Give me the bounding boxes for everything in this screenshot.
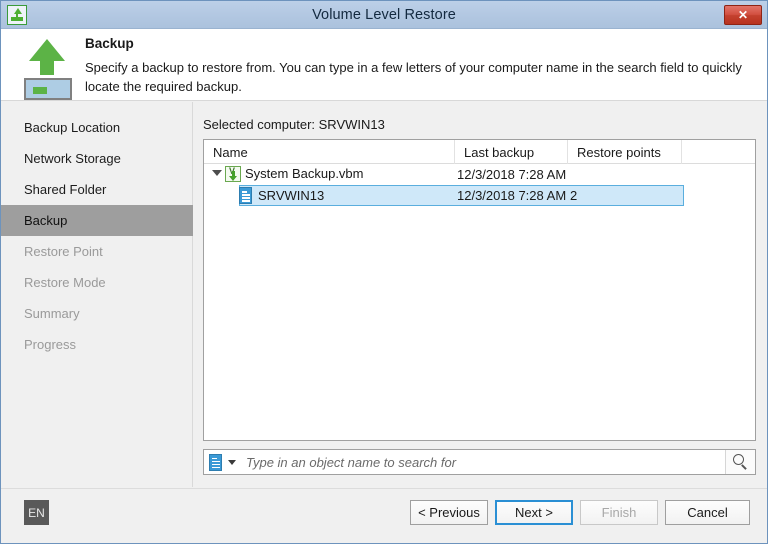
table-row[interactable]: SRVWIN13 12/3/2018 7:28 AM 2 bbox=[204, 185, 755, 206]
vbm-file-icon: V bbox=[225, 166, 241, 182]
column-header-blank[interactable] bbox=[682, 140, 755, 164]
sidebar-item-restore-mode: Restore Mode bbox=[1, 267, 192, 298]
row-name-cell: SRVWIN13 bbox=[204, 185, 455, 206]
sidebar-item-label: Restore Point bbox=[24, 244, 103, 259]
page-description: Specify a backup to restore from. You ca… bbox=[85, 60, 742, 94]
sidebar-item-summary: Summary bbox=[1, 298, 192, 329]
sidebar-item-progress: Progress bbox=[1, 329, 192, 360]
previous-button[interactable]: < Previous bbox=[410, 500, 488, 525]
wizard-banner: Backup Specify a backup to restore from.… bbox=[1, 29, 767, 101]
volume-level-restore-window: Volume Level Restore ✕ Backup Specify a … bbox=[0, 0, 768, 544]
backup-tree-list[interactable]: Name Last backup Restore points V System… bbox=[203, 139, 756, 441]
volume-restore-arrow-icon bbox=[19, 35, 75, 100]
search-icon[interactable] bbox=[725, 450, 755, 474]
page-title: Backup bbox=[85, 36, 134, 51]
next-button[interactable]: Next > bbox=[495, 500, 573, 525]
sidebar-item-label: Backup Location bbox=[24, 120, 121, 135]
finish-button: Finish bbox=[580, 500, 658, 525]
list-column-headers: Name Last backup Restore points bbox=[204, 140, 755, 164]
content-pane: Selected computer: SRVWIN13 Name Last ba… bbox=[194, 102, 767, 487]
language-indicator[interactable]: EN bbox=[24, 500, 49, 525]
row-last-backup: 12/3/2018 7:28 AM bbox=[457, 188, 567, 203]
object-search-bar[interactable] bbox=[203, 449, 756, 475]
window-title: Volume Level Restore bbox=[312, 6, 456, 23]
cancel-button[interactable]: Cancel bbox=[665, 500, 750, 525]
sidebar-item-shared-folder[interactable]: Shared Folder bbox=[1, 174, 192, 205]
restore-up-arrow-icon bbox=[7, 5, 27, 25]
table-row[interactable]: V System Backup.vbm 12/3/2018 7:28 AM bbox=[204, 164, 755, 185]
sidebar-item-network-storage[interactable]: Network Storage bbox=[1, 143, 192, 174]
selected-computer-label: Selected computer: SRVWIN13 bbox=[203, 117, 385, 132]
row-name-cell: V System Backup.vbm bbox=[204, 164, 455, 185]
column-header-name[interactable]: Name bbox=[204, 140, 455, 164]
sidebar-item-backup-location[interactable]: Backup Location bbox=[1, 112, 192, 143]
search-scope-icon-wrap bbox=[209, 453, 222, 471]
sidebar-item-label: Network Storage bbox=[24, 151, 121, 166]
close-icon[interactable]: ✕ bbox=[724, 5, 762, 25]
sidebar-item-backup[interactable]: Backup bbox=[1, 205, 193, 236]
sidebar-item-restore-point: Restore Point bbox=[1, 236, 192, 267]
search-input[interactable] bbox=[244, 453, 725, 471]
server-icon bbox=[239, 187, 252, 204]
sidebar-item-label: Progress bbox=[24, 337, 77, 352]
chevron-down-icon[interactable] bbox=[228, 459, 236, 465]
collapse-triangle-icon[interactable] bbox=[212, 170, 222, 176]
server-icon bbox=[209, 453, 222, 471]
row-last-backup: 12/3/2018 7:28 AM bbox=[457, 167, 567, 182]
title-bar: Volume Level Restore ✕ bbox=[1, 1, 767, 29]
sidebar-item-label: Summary bbox=[24, 306, 80, 321]
sidebar-item-label: Backup bbox=[24, 213, 68, 228]
row-name-label: SRVWIN13 bbox=[258, 188, 325, 203]
wizard-step-sidebar: Backup Location Network Storage Shared F… bbox=[1, 102, 193, 487]
column-header-last-backup[interactable]: Last backup bbox=[455, 140, 568, 164]
row-name-label: System Backup.vbm bbox=[245, 166, 364, 181]
sidebar-item-label: Restore Mode bbox=[24, 275, 106, 290]
column-header-restore-points[interactable]: Restore points bbox=[568, 140, 682, 164]
sidebar-item-label: Shared Folder bbox=[24, 182, 107, 197]
magnifier-glyph bbox=[732, 454, 749, 470]
row-restore-points: 2 bbox=[570, 188, 578, 203]
